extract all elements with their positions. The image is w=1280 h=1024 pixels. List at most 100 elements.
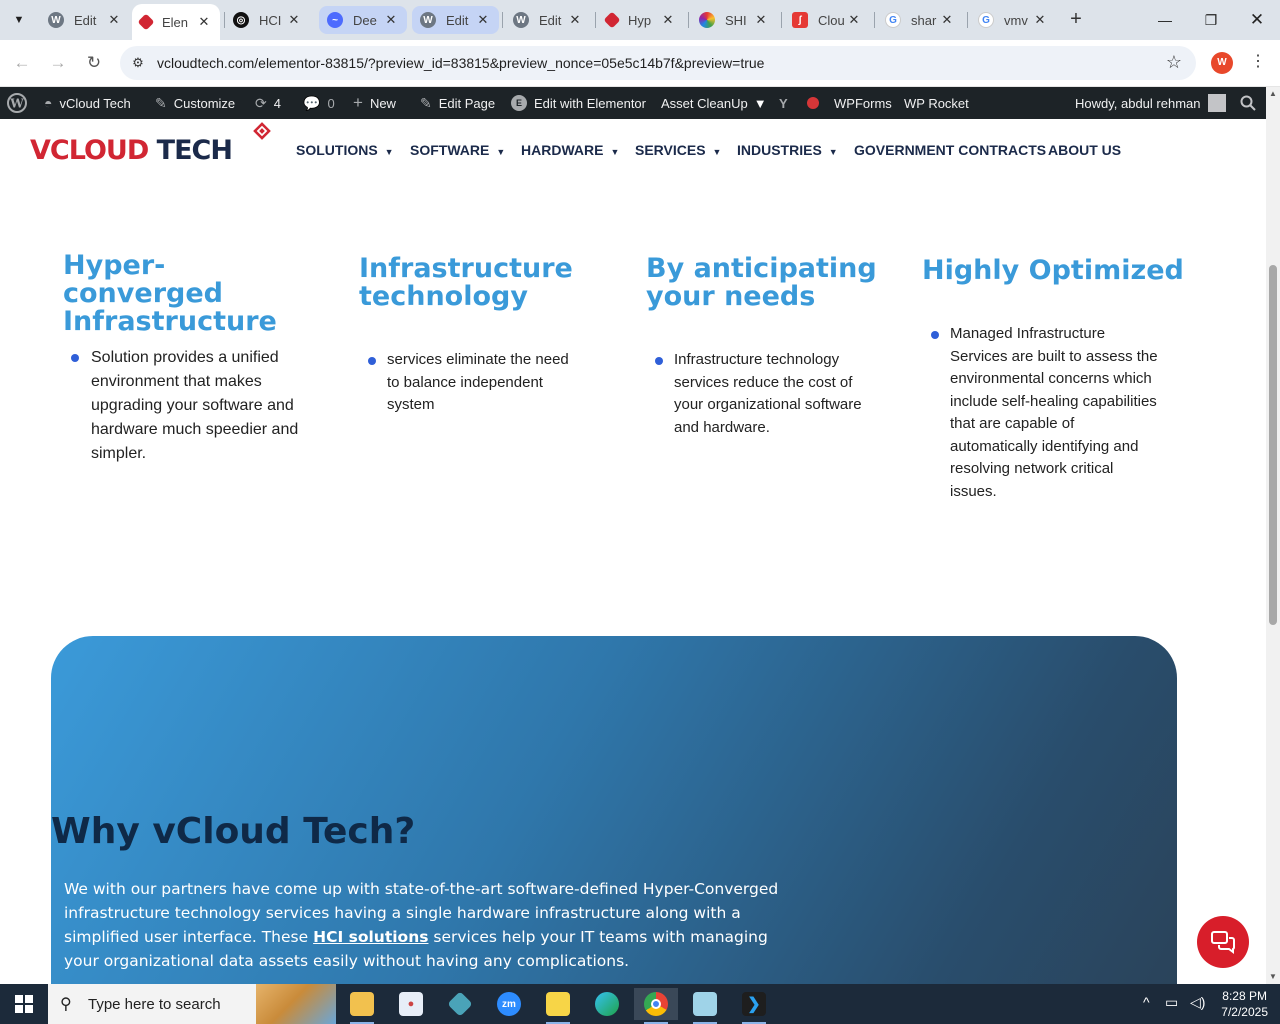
browser-tab[interactable]: ~ Dee ✕ — [319, 6, 407, 34]
new-tab-button[interactable]: + — [1064, 8, 1088, 32]
edge-app[interactable] — [587, 988, 627, 1020]
site-info-icon[interactable]: ⚙ — [128, 53, 148, 73]
page-content: VCLOUD TECH SOLUTIONS ▼ SOFTWARE ▼ HARDWAR… — [0, 119, 1266, 984]
close-window-icon[interactable]: ✕ — [1234, 0, 1280, 40]
wp-edit-elementor[interactable]: E Edit with Elementor — [511, 87, 646, 119]
tab-divider — [595, 12, 596, 28]
volume-icon[interactable]: ◁) — [1190, 994, 1205, 1011]
restore-icon[interactable]: ❐ — [1188, 0, 1234, 40]
wp-search-icon[interactable] — [1240, 87, 1256, 119]
cloudcall-icon: ʃ — [792, 12, 808, 28]
wp-asset-cleanup[interactable]: Asset CleanUp ▼ — [661, 87, 767, 119]
forward-icon[interactable]: → — [46, 52, 70, 76]
shi-icon — [699, 12, 715, 28]
close-tab-icon[interactable]: ✕ — [567, 12, 583, 28]
wp-rocket[interactable]: WP Rocket — [904, 87, 969, 119]
logo-diamond-icon — [253, 122, 271, 140]
page-scrollbar[interactable]: ▲ ▼ — [1266, 87, 1280, 984]
taskbar-clock[interactable]: 8:28 PM 7/2/2025 — [1221, 988, 1268, 1020]
browser-tab-active[interactable]: Elen ✕ — [132, 4, 220, 40]
tab-search-button[interactable]: ▼ — [6, 7, 32, 33]
feature-title: Infrastructure technology — [359, 253, 573, 312]
nav-government-contracts[interactable]: GOVERNMENT CONTRACTS — [854, 142, 1046, 158]
google-icon: G — [978, 12, 994, 28]
wp-edit-page[interactable]: ✎ Edit Page — [420, 87, 495, 119]
wp-customize[interactable]: ✎ Customize — [155, 87, 235, 119]
yoast-icon[interactable]: Y — [779, 87, 788, 119]
browser-tab[interactable]: ◎ HCI ✕ — [225, 6, 310, 34]
browser-tab[interactable]: SHI ✕ — [691, 6, 777, 34]
url-text[interactable]: vcloudtech.com/elementor-83815/?preview_… — [157, 55, 764, 71]
nav-solutions[interactable]: SOLUTIONS ▼ — [296, 142, 394, 158]
close-tab-icon[interactable]: ✕ — [753, 12, 769, 28]
file-explorer-app[interactable] — [342, 988, 382, 1024]
wp-wpforms[interactable]: WPForms — [834, 87, 892, 119]
scroll-up-icon[interactable]: ▲ — [1266, 87, 1280, 101]
wp-site-name[interactable]: ◓ vCloud Tech — [44, 87, 131, 119]
chat-widget-button[interactable] — [1197, 916, 1249, 968]
chrome-app[interactable] — [634, 988, 678, 1024]
taskbar-search[interactable]: ⚲ Type here to search — [48, 984, 336, 1024]
profile-avatar[interactable]: W — [1211, 52, 1233, 74]
wordpress-logo-icon[interactable]: W — [7, 87, 27, 119]
wp-howdy-user[interactable]: Howdy, abdul rehman — [1075, 87, 1226, 119]
browser-menu-icon[interactable]: ⋮ — [1250, 51, 1266, 71]
feature-title: Highly Optimized — [922, 255, 1184, 286]
browser-tab[interactable]: ʃ Clou ✕ — [784, 6, 870, 34]
close-tab-icon[interactable]: ✕ — [1032, 12, 1048, 28]
notepad-app[interactable] — [685, 988, 725, 1024]
nav-services[interactable]: SERVICES ▼ — [635, 142, 721, 158]
recording-dot-icon[interactable] — [807, 87, 819, 119]
feature-text: services eliminate the need to balance i… — [387, 351, 569, 413]
address-bar[interactable]: ⚙ vcloudtech.com/elementor-83815/?previe… — [120, 46, 1196, 80]
wp-new[interactable]: + New — [353, 87, 396, 119]
bullet-icon — [655, 357, 663, 365]
minimize-icon[interactable]: — — [1142, 0, 1188, 40]
close-tab-icon[interactable]: ✕ — [383, 12, 399, 28]
nav-software[interactable]: SOFTWARE ▼ — [410, 142, 505, 158]
edge-icon — [595, 992, 619, 1016]
site-logo[interactable]: VCLOUD TECH — [30, 135, 233, 166]
tab-divider — [502, 12, 503, 28]
browser-tab[interactable]: G shar ✕ — [877, 6, 963, 34]
nav-about-us[interactable]: ABOUT US — [1048, 142, 1121, 158]
browser-tab[interactable]: W Edit ✕ — [505, 6, 591, 34]
wordpress-icon: W — [420, 12, 436, 28]
reload-icon[interactable]: ↻ — [82, 52, 106, 76]
nav-hardware[interactable]: HARDWARE ▼ — [521, 142, 619, 158]
browser-tab[interactable]: W Edit ✕ — [412, 6, 499, 34]
start-button[interactable] — [0, 984, 48, 1024]
browser-tab[interactable]: W Edit ✕ — [40, 6, 130, 34]
hci-solutions-link[interactable]: HCI solutions — [313, 928, 428, 946]
close-tab-icon[interactable]: ✕ — [196, 14, 212, 30]
close-tab-icon[interactable]: ✕ — [660, 12, 676, 28]
bookmark-star-icon[interactable]: ☆ — [1166, 52, 1182, 73]
openai-icon: ◎ — [233, 12, 249, 28]
zoom-app[interactable]: zm — [489, 988, 529, 1020]
close-tab-icon[interactable]: ✕ — [475, 12, 491, 28]
why-heading: Why vCloud Tech? — [51, 811, 416, 852]
sticky-notes-app[interactable] — [538, 988, 578, 1024]
app-diamond[interactable] — [440, 988, 480, 1020]
tray-chevron-up-icon[interactable]: ^ — [1143, 994, 1150, 1010]
paint-app[interactable]: ● — [391, 988, 431, 1020]
scroll-down-icon[interactable]: ▼ — [1266, 970, 1280, 984]
browser-tab[interactable]: G vmv ✕ — [970, 6, 1056, 34]
nav-industries[interactable]: INDUSTRIES ▼ — [737, 142, 838, 158]
browser-tab[interactable]: Hyp ✕ — [598, 6, 684, 34]
back-icon[interactable]: ← — [10, 52, 34, 76]
close-tab-icon[interactable]: ✕ — [286, 12, 302, 28]
wp-comments[interactable]: 💬 0 — [303, 87, 335, 119]
vcloud-icon — [137, 13, 155, 31]
scroll-thumb[interactable] — [1269, 265, 1277, 625]
network-icon[interactable]: ▭ — [1165, 994, 1178, 1011]
close-tab-icon[interactable]: ✕ — [106, 12, 122, 28]
close-tab-icon[interactable]: ✕ — [939, 12, 955, 28]
close-tab-icon[interactable]: ✕ — [846, 12, 862, 28]
feature-text: Solution provides a unified environment … — [91, 349, 299, 462]
tab-divider — [874, 12, 875, 28]
chat-bubbles-icon — [1211, 931, 1236, 954]
wp-updates[interactable]: ⟳ 4 — [255, 87, 281, 119]
vscode-app[interactable]: ❯ — [734, 988, 774, 1024]
caret-down-icon: ▼ — [496, 147, 506, 157]
